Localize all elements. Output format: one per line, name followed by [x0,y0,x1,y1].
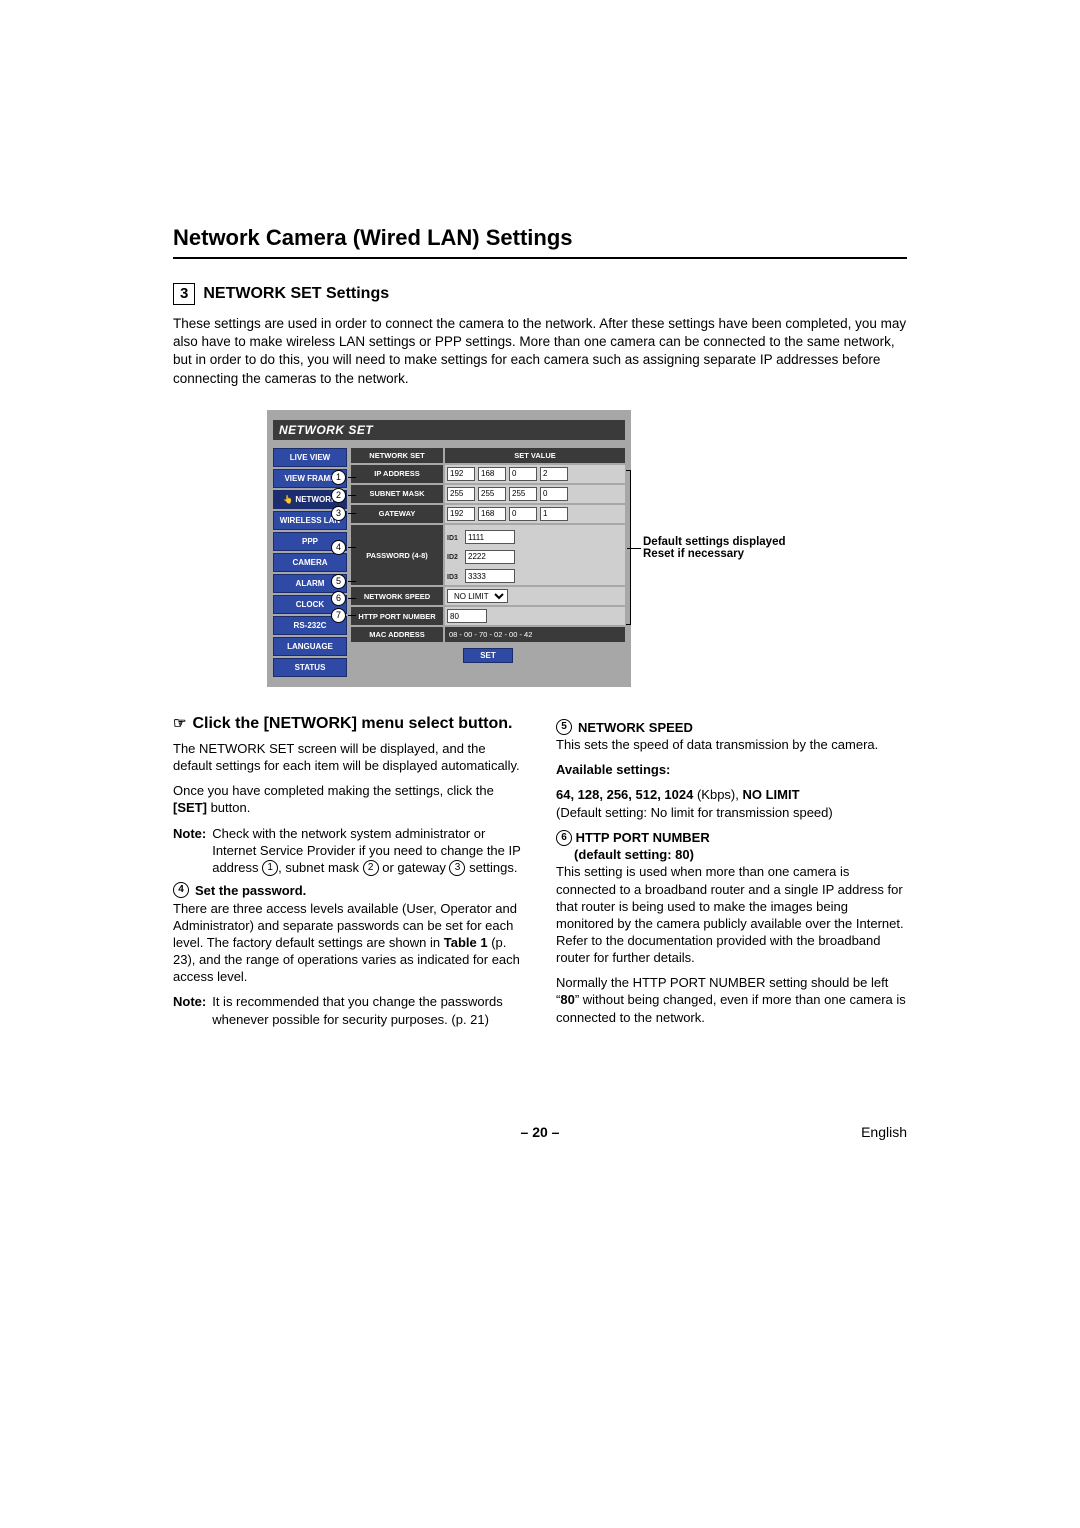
col-header-value: SET VALUE [445,448,625,463]
mask-octet-1[interactable] [447,487,475,501]
callout-column: 1 2 3 4 5 6 7 [331,470,356,623]
bracket-icon [626,470,631,625]
right-column: 5 NETWORK SPEED This sets the speed of d… [556,713,907,1034]
intro-paragraph: These settings are used in order to conn… [173,315,907,388]
figure-right-note: Default settings displayed Reset if nece… [643,536,813,560]
left-p3: There are three access levels available … [173,900,524,986]
ip-octet-3[interactable] [509,467,537,481]
page-footer: – 20 – English [173,1124,907,1140]
section-number-box: 3 [173,283,195,305]
label-subnet-mask: SUBNET MASK [351,485,443,503]
sidebar-item-language[interactable]: LANGUAGE [273,637,347,656]
callout-5: 5 [331,574,346,589]
left-p1: The NETWORK SET screen will be displayed… [173,740,524,774]
subnet-mask-fields [445,485,625,503]
label-password: PASSWORD (4-8) [351,525,443,586]
network-speed-field: NO LIMIT [445,587,625,605]
network-set-window: NETWORK SET LIVE VIEW VIEW FRAME 👆 NETWO… [267,410,631,687]
note-2: Note: It is recommended that you change … [173,993,524,1027]
page-number: – 20 – [521,1124,560,1140]
mac-address-value: 08 - 00 - 70 - 02 - 00 - 42 [445,627,625,642]
subhead-6: 6 HTTP PORT NUMBER (default setting: 80) [556,829,907,864]
set-button[interactable]: SET [463,648,513,663]
left-p2: Once you have completed making the setti… [173,782,524,816]
ip-address-fields [445,465,625,483]
network-speed-select[interactable]: NO LIMIT [447,589,508,603]
ui-figure: NETWORK SET LIVE VIEW VIEW FRAME 👆 NETWO… [173,410,907,687]
settings-form: 1 2 3 4 5 6 7 NETWORK SET SET VALUE IP A… [351,448,625,677]
gw-octet-1[interactable] [447,507,475,521]
ip-octet-4[interactable] [540,467,568,481]
callout-4: 4 [331,540,346,555]
section-title: NETWORK SET Settings [203,285,389,303]
gw-octet-2[interactable] [478,507,506,521]
available-settings-label: Available settings: [556,761,907,778]
gateway-fields [445,505,625,523]
right-p6a: This setting is used when more than one … [556,863,907,966]
section-heading: 3 NETWORK SET Settings [173,283,907,305]
left-column: Click the [NETWORK] menu select button. … [173,713,524,1034]
mask-octet-3[interactable] [509,487,537,501]
sidebar-item-status[interactable]: STATUS [273,658,347,677]
callout-6: 6 [331,591,346,606]
http-port-field [445,607,625,625]
pw-id2-input[interactable] [465,550,515,564]
label-network-speed: NETWORK SPEED [351,587,443,605]
page-title: Network Camera (Wired LAN) Settings [173,225,907,259]
note-1: Note: Check with the network system admi… [173,825,524,877]
subhead-4: 4 Set the password. [173,882,524,899]
action-heading: Click the [NETWORK] menu select button. [173,713,524,734]
gw-octet-3[interactable] [509,507,537,521]
col-header-name: NETWORK SET [351,448,443,463]
http-port-input[interactable] [447,609,487,623]
available-settings-values: 64, 128, 256, 512, 1024 (Kbps), NO LIMIT… [556,786,907,820]
label-http-port: HTTP PORT NUMBER [351,607,443,625]
pw-id1-label: ID1 [447,535,465,542]
subhead-5: 5 NETWORK SPEED [556,719,907,736]
mask-octet-4[interactable] [540,487,568,501]
sidebar-item-live-view[interactable]: LIVE VIEW [273,448,347,467]
label-ip-address: IP ADDRESS [351,465,443,483]
label-gateway: GATEWAY [351,505,443,523]
pw-id3-input[interactable] [465,569,515,583]
footer-language: English [861,1124,907,1140]
callout-7: 7 [331,608,346,623]
ip-octet-1[interactable] [447,467,475,481]
pw-id3-label: ID3 [447,574,465,581]
callout-1: 1 [331,470,346,485]
password-fields: ID1 ID2 ID3 [445,525,625,586]
callout-2: 2 [331,488,346,503]
hand-pointer-icon [173,713,186,734]
window-title-bar: NETWORK SET [273,420,625,440]
ip-octet-2[interactable] [478,467,506,481]
right-p5: This sets the speed of data transmission… [556,736,907,753]
label-mac-address: MAC ADDRESS [351,627,443,642]
gw-octet-4[interactable] [540,507,568,521]
mask-octet-2[interactable] [478,487,506,501]
pw-id1-input[interactable] [465,530,515,544]
callout-3: 3 [331,506,346,521]
pw-id2-label: ID2 [447,554,465,561]
right-p6b: Normally the HTTP PORT NUMBER setting sh… [556,974,907,1025]
